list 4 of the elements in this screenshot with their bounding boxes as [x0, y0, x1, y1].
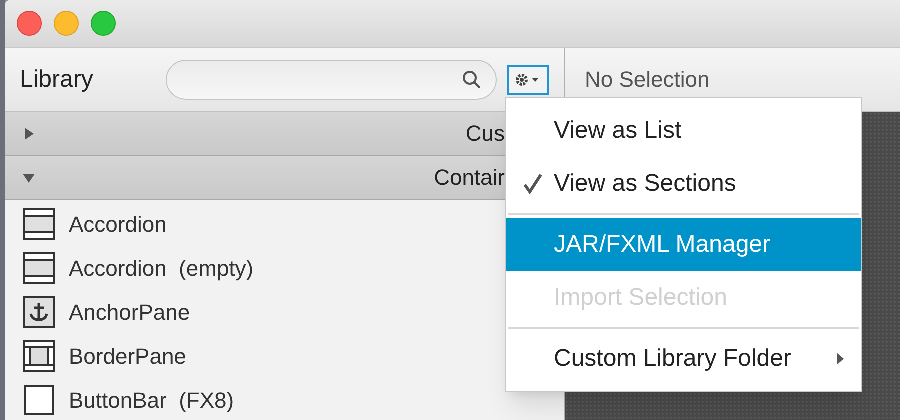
library-title: Library — [20, 64, 94, 94]
section-label: Cus — [466, 120, 505, 148]
section-label: Contair — [434, 164, 505, 192]
inspector-title: No Selection — [585, 66, 710, 94]
